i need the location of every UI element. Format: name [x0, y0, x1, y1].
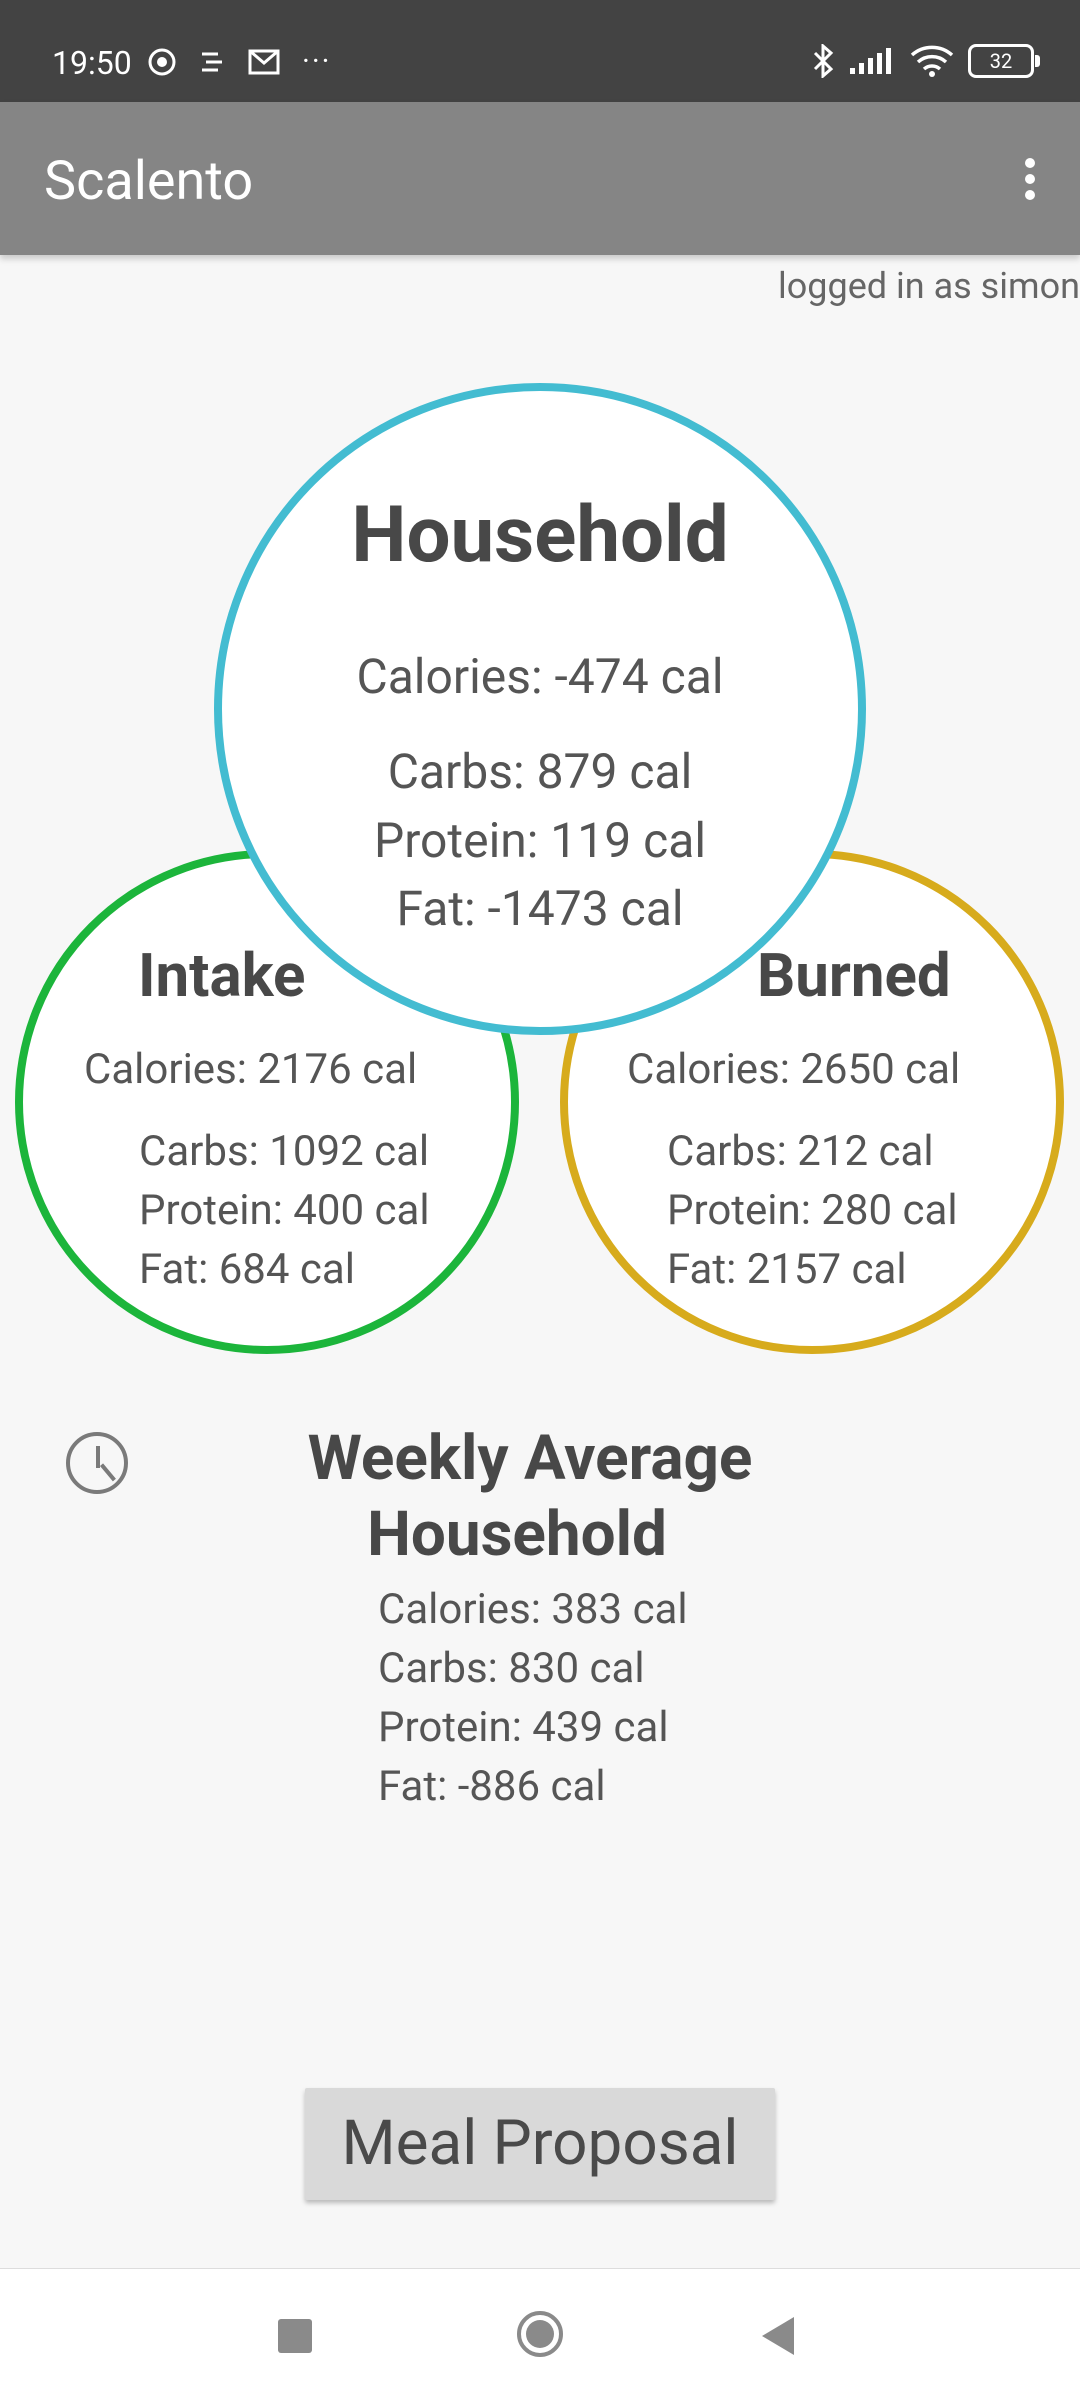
navigation-bar — [0, 2268, 1080, 2401]
intake-title: Intake — [138, 940, 306, 1011]
household-carbs: Carbs: 879 cal — [387, 743, 693, 800]
system-icons: 32 — [812, 44, 1040, 78]
household-protein: Protein: 119 cal — [373, 812, 707, 869]
burned-title: Burned — [757, 940, 951, 1011]
chrome-icon — [148, 48, 176, 75]
bluetooth-icon — [813, 44, 834, 78]
intake-calories: Calories: 2176 cal — [84, 1045, 418, 1094]
burned-carbs: Carbs: 212 cal — [667, 1127, 934, 1176]
weekly-calories: Calories: 383 cal — [378, 1585, 688, 1634]
signal-icon — [850, 48, 891, 74]
intake-protein: Protein: 400 cal — [139, 1186, 430, 1235]
intake-fat: Fat: 684 cal — [139, 1245, 355, 1294]
status-time: 19:50 — [52, 44, 132, 82]
app-title: Scalento — [44, 150, 254, 213]
weekly-title-line1: Weekly Average — [307, 1422, 753, 1495]
back-icon[interactable] — [762, 2317, 794, 2355]
weekly-protein: Protein: 439 cal — [378, 1703, 669, 1752]
status-bar: 19:50 ··· 32 — [0, 0, 1080, 102]
household-circle — [214, 383, 866, 1035]
household-calories: Calories: -474 cal — [356, 648, 724, 705]
battery-icon: 32 — [968, 44, 1040, 78]
burned-fat: Fat: 2157 cal — [667, 1245, 907, 1294]
more-vert-icon[interactable] — [1010, 152, 1050, 212]
burned-calories: Calories: 2650 cal — [627, 1045, 961, 1094]
keyboard-icon — [202, 52, 222, 71]
more-notifications: ··· — [302, 44, 332, 79]
home-icon[interactable] — [517, 2311, 563, 2357]
wifi-icon — [910, 45, 954, 77]
household-title: Household — [351, 490, 729, 581]
meal-proposal-button[interactable]: Meal Proposal — [305, 2088, 775, 2200]
clock-icon[interactable] — [66, 1432, 128, 1494]
mail-icon — [248, 49, 280, 74]
intake-carbs: Carbs: 1092 cal — [139, 1127, 430, 1176]
burned-protein: Protein: 280 cal — [667, 1186, 958, 1235]
recents-icon[interactable] — [278, 2319, 312, 2353]
weekly-carbs: Carbs: 830 cal — [378, 1644, 645, 1693]
logged-in-label: logged in as simon — [777, 265, 1080, 307]
household-fat: Fat: -1473 cal — [396, 880, 684, 937]
weekly-fat: Fat: -886 cal — [378, 1762, 606, 1811]
notification-icons: ··· — [148, 44, 332, 79]
app-bar: Scalento — [0, 102, 1080, 255]
weekly-title-line2: Household — [367, 1498, 667, 1571]
